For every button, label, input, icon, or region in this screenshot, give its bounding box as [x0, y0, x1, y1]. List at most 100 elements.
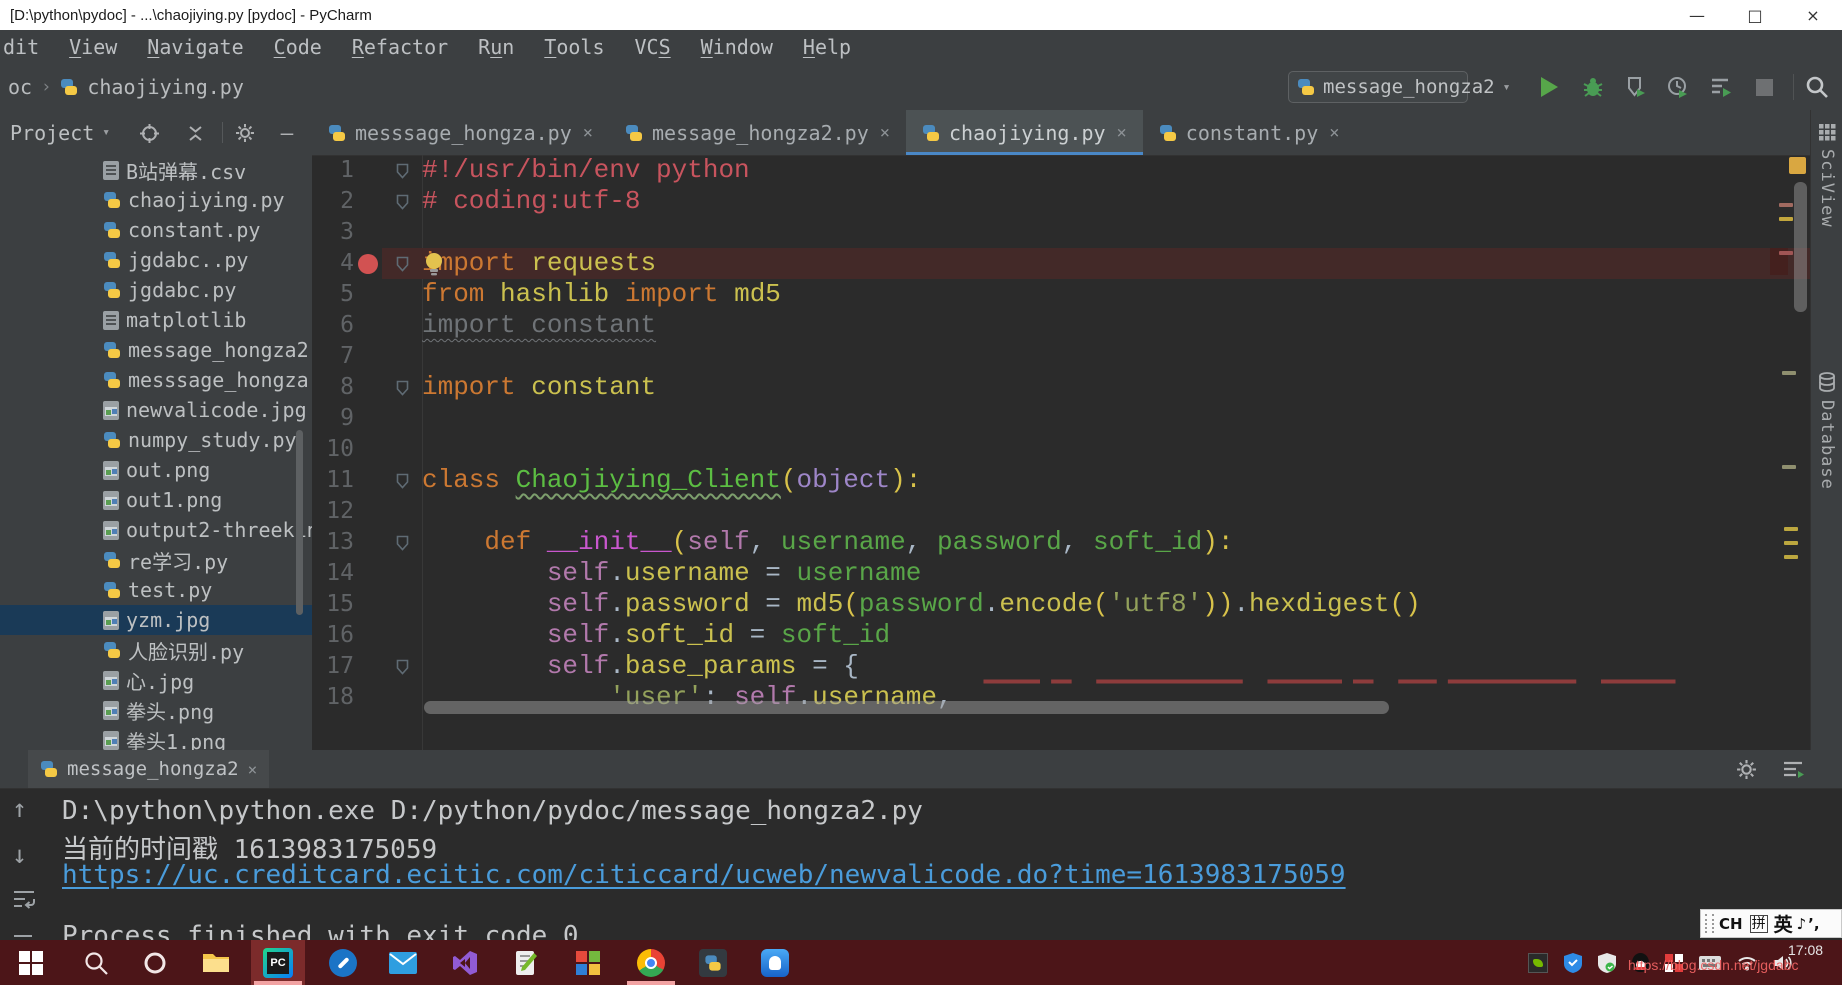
ime-language[interactable]: CH [1719, 915, 1743, 933]
code-text[interactable]: self.username = username [422, 558, 1810, 589]
code-text[interactable]: def __init__(self, username, password, s… [422, 527, 1810, 558]
fold-gutter[interactable] [382, 163, 422, 179]
tray-icon-nvidia[interactable] [1528, 953, 1548, 973]
taskbar-button-mail[interactable] [376, 940, 430, 985]
tool-button-database[interactable]: Database [1811, 372, 1842, 490]
locate-file-button[interactable] [138, 122, 160, 144]
file-tree-item[interactable]: test.py [0, 575, 312, 605]
fold-gutter[interactable] [382, 535, 422, 551]
search-everywhere-button[interactable] [1802, 73, 1832, 101]
ime-marks-icon[interactable]: ’, [1808, 915, 1819, 933]
code-text[interactable]: import constant [422, 372, 1810, 403]
taskbar-button-visual-studio[interactable] [438, 940, 492, 985]
inspection-indicator[interactable] [1789, 157, 1806, 174]
project-panel-title[interactable]: Project [10, 121, 94, 145]
ime-drag-handle[interactable] [1705, 914, 1714, 933]
code-line-9[interactable]: 9 [312, 403, 1810, 434]
file-tree-item[interactable]: jgdabc..py [0, 245, 312, 275]
tray-icon-pc-manager[interactable] [1564, 953, 1582, 973]
line-number[interactable]: 18 [312, 682, 354, 713]
ime-status-bar[interactable]: CH 拼 英 ♪ ’, [1700, 909, 1842, 938]
console-settings-button[interactable] [1733, 757, 1759, 781]
code-line-12[interactable]: 12 [312, 496, 1810, 527]
file-tree-item[interactable]: yzm.jpg [0, 605, 312, 635]
fold-marker-icon[interactable] [396, 163, 409, 179]
tool-button-sciview[interactable]: SciView [1811, 124, 1842, 228]
menu-item-navigate[interactable]: Navigate [132, 35, 258, 59]
code-line-8[interactable]: 8 import constant [312, 372, 1810, 403]
menu-item-tools[interactable]: Tools [529, 35, 619, 59]
line-number[interactable]: 8 [312, 372, 354, 403]
intention-bulb-icon[interactable] [423, 251, 445, 276]
scroll-down-button[interactable]: ↓ [12, 842, 27, 867]
code-line-5[interactable]: 5from hashlib import md5 [312, 279, 1810, 310]
line-number[interactable]: 2 [312, 186, 354, 217]
editor-tab-chaojiying.py[interactable]: chaojiying.py× [906, 110, 1143, 155]
file-tree-item[interactable]: out.png [0, 455, 312, 485]
menu-item-help[interactable]: Help [788, 35, 866, 59]
ime-mode-toggle[interactable]: 英 [1774, 910, 1793, 937]
file-tree-item[interactable]: matplotlib [0, 305, 312, 335]
breakpoint-gutter[interactable] [354, 254, 382, 274]
console-layout-button[interactable] [1780, 757, 1806, 781]
console-url-link[interactable]: https://uc.creditcard.ecitic.com/citicca… [62, 860, 1346, 890]
menu-item-code[interactable]: Code [259, 35, 337, 59]
console-tab[interactable]: message_hongza2 × [28, 750, 269, 788]
file-tree-item[interactable]: out1.png [0, 485, 312, 515]
line-number[interactable]: 16 [312, 620, 354, 651]
line-number[interactable]: 12 [312, 496, 354, 527]
file-tree-item[interactable]: numpy_study.py [0, 425, 312, 455]
horizontal-scrollbar[interactable] [424, 701, 1389, 714]
hide-panel-button[interactable]: — [276, 122, 298, 144]
panel-settings-button[interactable] [234, 122, 256, 144]
line-number[interactable]: 11 [312, 465, 354, 496]
maximize-button[interactable]: □ [1726, 0, 1784, 30]
fold-gutter[interactable] [382, 256, 422, 272]
file-tree-item[interactable]: 心.jpg [0, 665, 312, 695]
code-line-17[interactable]: 17 self.base_params = { [312, 651, 1810, 682]
line-number[interactable]: 4 [312, 248, 354, 279]
project-scrollbar[interactable] [296, 430, 303, 615]
file-tree-item[interactable]: messsage_hongza.p [0, 365, 312, 395]
run-with-configuration-button[interactable] [1706, 73, 1736, 101]
file-tree-item[interactable]: constant.py [0, 215, 312, 245]
editor-tab-message_hongza2.py[interactable]: message_hongza2.py× [609, 110, 906, 155]
code-text[interactable]: #!/usr/bin/env python [422, 155, 1810, 186]
run-button[interactable] [1534, 73, 1564, 101]
code-text[interactable]: class Chaojiying_Client(object): [422, 465, 1810, 496]
line-number[interactable]: 13 [312, 527, 354, 558]
line-number[interactable]: 3 [312, 217, 354, 248]
code-line-2[interactable]: 2# coding:utf-8 [312, 186, 1810, 217]
code-line-3[interactable]: 3 [312, 217, 1810, 248]
fold-gutter[interactable] [382, 659, 422, 675]
file-tree-item[interactable]: output2-threeking [0, 515, 312, 545]
line-number[interactable]: 14 [312, 558, 354, 589]
stop-button[interactable] [1749, 73, 1779, 101]
menu-item-refactor[interactable]: Refactor [337, 35, 463, 59]
menu-item-dit[interactable]: dit [0, 35, 54, 59]
fold-marker-icon[interactable] [396, 256, 409, 272]
fold-gutter[interactable] [382, 194, 422, 210]
taskbar-button-file-explorer[interactable] [189, 940, 243, 985]
line-number[interactable]: 1 [312, 155, 354, 186]
fold-gutter[interactable] [382, 380, 422, 396]
taskbar-button-cortana[interactable] [128, 940, 182, 985]
fold-marker-icon[interactable] [396, 194, 409, 210]
code-editor[interactable]: 1 #!/usr/bin/env python2# coding:utf-834 i… [312, 155, 1810, 750]
taskbar-clock[interactable]: 17:08 [1788, 942, 1823, 958]
editor-tab-constant.py[interactable]: constant.py× [1143, 110, 1356, 155]
file-tree-item[interactable]: newvalicode.jpg [0, 395, 312, 425]
taskbar-button-start[interactable] [4, 940, 58, 985]
close-icon[interactable]: × [583, 123, 593, 143]
file-tree-item[interactable]: 拳头1.png [0, 725, 312, 750]
code-line-11[interactable]: 11 class Chaojiying_Client(object): [312, 465, 1810, 496]
code-text[interactable]: import requests [422, 248, 1810, 279]
line-number[interactable]: 15 [312, 589, 354, 620]
soft-wrap-button[interactable] [12, 888, 36, 910]
close-icon[interactable]: × [880, 123, 890, 143]
line-number[interactable]: 9 [312, 403, 354, 434]
code-line-6[interactable]: 6import constant [312, 310, 1810, 341]
fold-marker-icon[interactable] [396, 535, 409, 551]
line-number[interactable]: 10 [312, 434, 354, 465]
line-number[interactable]: 6 [312, 310, 354, 341]
